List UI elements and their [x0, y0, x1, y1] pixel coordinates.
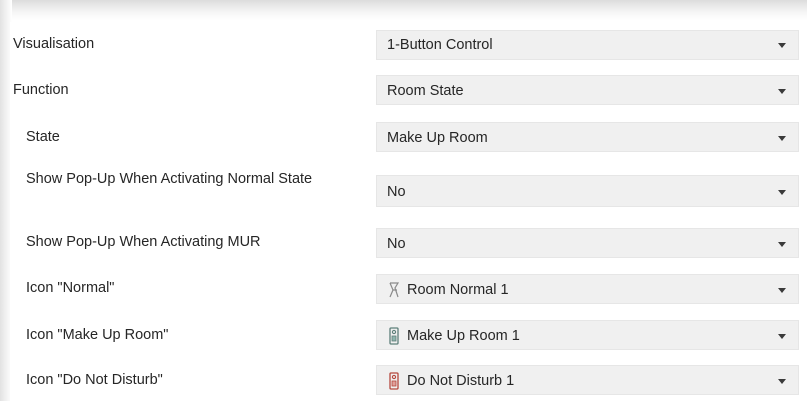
- chevron-down-icon: [778, 190, 786, 195]
- icon-dnd-label: Icon "Do Not Disturb": [26, 372, 163, 388]
- chevron-down-icon: [778, 89, 786, 94]
- row-popup-normal: Show Pop-Up When Activating Normal State…: [10, 168, 807, 214]
- popup-mur-label: Show Pop-Up When Activating MUR: [26, 234, 261, 250]
- parameter-window: Visualisation 1-Button Control Function …: [0, 0, 807, 401]
- visualisation-value: 1-Button Control: [387, 37, 493, 53]
- row-icon-mur: Icon "Make Up Room" Make Up Room 1: [10, 320, 807, 350]
- row-function: Function Room State: [10, 75, 807, 105]
- chevron-down-icon: [778, 334, 786, 339]
- function-value: Room State: [387, 83, 464, 99]
- make-up-room-icon: [389, 327, 399, 345]
- popup-mur-value: No: [387, 236, 406, 252]
- popup-normal-label: Show Pop-Up When Activating Normal State: [26, 171, 313, 187]
- row-visualisation: Visualisation 1-Button Control: [10, 30, 807, 60]
- popup-mur-select[interactable]: No: [376, 228, 799, 258]
- do-not-disturb-icon: [389, 372, 399, 390]
- chevron-down-icon: [778, 242, 786, 247]
- row-state: State Make Up Room: [10, 122, 807, 152]
- chevron-down-icon: [778, 379, 786, 384]
- icon-dnd-value: Do Not Disturb 1: [407, 373, 515, 389]
- popup-normal-value: No: [387, 184, 406, 200]
- function-select[interactable]: Room State: [376, 75, 799, 105]
- visualisation-label: Visualisation: [13, 36, 95, 52]
- state-value: Make Up Room: [387, 130, 488, 146]
- state-select[interactable]: Make Up Room: [376, 122, 799, 152]
- row-icon-normal: Icon "Normal" Room Normal 1: [10, 274, 807, 304]
- icon-normal-select[interactable]: Room Normal 1: [376, 274, 799, 304]
- icon-mur-value: Make Up Room 1: [407, 328, 520, 344]
- icon-normal-value: Room Normal 1: [407, 282, 509, 298]
- icon-mur-select[interactable]: Make Up Room 1: [376, 320, 799, 350]
- row-icon-dnd: Icon "Do Not Disturb" Do Not Disturb 1: [10, 365, 807, 395]
- chevron-down-icon: [778, 43, 786, 48]
- popup-normal-select[interactable]: No: [376, 175, 799, 207]
- chevron-down-icon: [778, 136, 786, 141]
- visualisation-select[interactable]: 1-Button Control: [376, 30, 799, 60]
- icon-dnd-select[interactable]: Do Not Disturb 1: [376, 365, 799, 395]
- parameters-panel: Visualisation 1-Button Control Function …: [10, 22, 807, 401]
- chevron-down-icon: [778, 288, 786, 293]
- state-label: State: [26, 129, 60, 145]
- icon-mur-label: Icon "Make Up Room": [26, 327, 169, 343]
- row-popup-mur: Show Pop-Up When Activating MUR No: [10, 228, 807, 258]
- function-label: Function: [13, 82, 69, 98]
- icon-normal-label: Icon "Normal": [26, 280, 115, 296]
- top-shadow: [0, 0, 807, 22]
- room-normal-icon: [389, 282, 400, 298]
